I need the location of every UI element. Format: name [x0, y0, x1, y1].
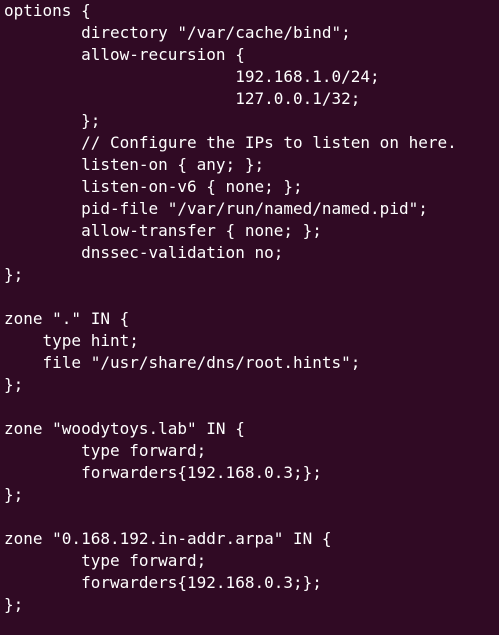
code-line: file "/usr/share/dns/root.hints";: [4, 353, 361, 372]
code-line: options {: [4, 1, 91, 20]
code-line: };: [4, 485, 24, 504]
code-line: allow-transfer { none; };: [4, 221, 322, 240]
code-comment-line: // Configure the IPs to listen on here.: [4, 133, 457, 152]
code-line: forwarders{192.168.0.3;};: [4, 463, 322, 482]
code-line: listen-on-v6 { none; };: [4, 177, 303, 196]
code-line: type hint;: [4, 331, 139, 350]
code-line: directory "/var/cache/bind";: [4, 23, 351, 42]
code-line: dnssec-validation no;: [4, 243, 284, 262]
code-line: listen-on { any; };: [4, 155, 265, 174]
config-file-content[interactable]: options { directory "/var/cache/bind"; a…: [4, 0, 457, 616]
terminal-window[interactable]: options { directory "/var/cache/bind"; a…: [0, 0, 499, 635]
code-line: zone "." IN {: [4, 309, 130, 328]
code-line: pid-file "/var/run/named/named.pid";: [4, 199, 428, 218]
code-line: forwarders{192.168.0.3;};: [4, 573, 322, 592]
code-line: };: [4, 111, 101, 130]
code-line: type forward;: [4, 551, 207, 570]
code-line: 192.168.1.0/24;: [4, 67, 380, 86]
code-line: zone "woodytoys.lab" IN {: [4, 419, 245, 438]
code-line: type forward;: [4, 441, 207, 460]
code-line: };: [4, 595, 24, 614]
code-line: };: [4, 375, 24, 394]
code-line: 127.0.0.1/32;: [4, 89, 361, 108]
code-line: allow-recursion {: [4, 45, 245, 64]
code-line: zone "0.168.192.in-addr.arpa" IN {: [4, 529, 332, 548]
code-line: };: [4, 265, 24, 284]
